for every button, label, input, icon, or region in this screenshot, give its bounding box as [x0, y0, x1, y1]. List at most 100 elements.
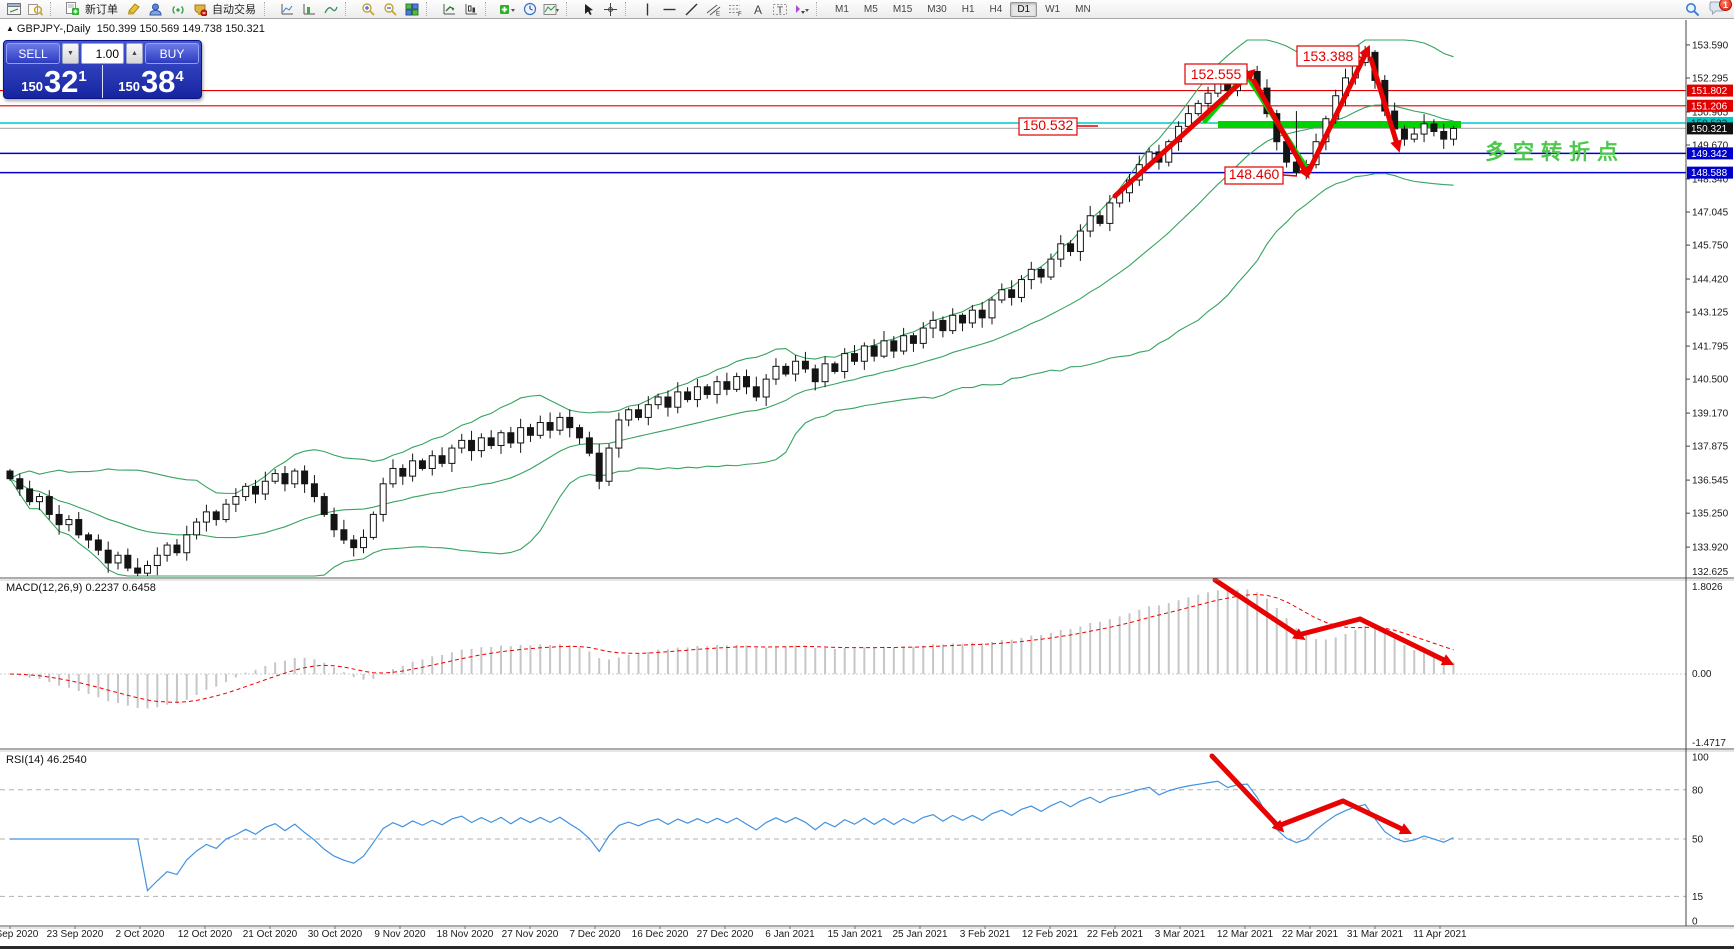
timeframe-bar: M1M5M15M30H1H4D1W1MN [828, 2, 1098, 17]
candle-body [498, 433, 504, 446]
timeframe-button-H4[interactable]: H4 [983, 2, 1010, 17]
trendline-icon[interactable] [681, 0, 702, 18]
macd-scale-label: 0.00 [1692, 669, 1712, 680]
cursor-icon[interactable] [578, 0, 599, 18]
sell-quote[interactable]: 150 32 1 [6, 65, 103, 98]
autotrade-icon[interactable] [189, 0, 210, 18]
buy-price-small: 150 [118, 79, 140, 94]
axis-tick-label: 153.590 [1692, 40, 1729, 51]
crosshair-icon[interactable] [600, 0, 621, 18]
axis-tick-label: 137.875 [1692, 442, 1729, 453]
add-indicator-icon[interactable] [497, 0, 518, 18]
candle-body [1107, 203, 1113, 223]
timeframe-button-M15[interactable]: M15 [886, 2, 919, 17]
candle-body [439, 456, 445, 464]
candle-body [920, 328, 926, 343]
sell-price-sup: 1 [78, 68, 86, 85]
date-label: 2 Oct 2020 [116, 929, 165, 940]
timeframe-button-M5[interactable]: M5 [857, 2, 885, 17]
periods-icon[interactable] [320, 0, 341, 18]
price-chart[interactable]: 152.555153.388150.532148.460153.590152.2… [0, 20, 1734, 949]
date-label: 23 Sep 2020 [47, 929, 104, 940]
candle-body [694, 387, 700, 400]
timeframe-button-M30[interactable]: M30 [920, 2, 953, 17]
price-badge-text: 150.321 [1691, 124, 1728, 135]
objects-icon[interactable] [298, 0, 319, 18]
candle-body [1441, 131, 1447, 139]
autotrade-button[interactable]: 自动交易 [211, 1, 260, 17]
candle-body [1195, 103, 1201, 113]
timeframe-button-M1[interactable]: M1 [828, 2, 856, 17]
chart-window[interactable]: 152.555153.388150.532148.460153.590152.2… [0, 20, 1734, 949]
fibonacci-icon[interactable]: F [725, 0, 746, 18]
text-icon[interactable]: A [747, 0, 768, 18]
search-icon[interactable] [1682, 0, 1703, 18]
volume-decrease-button[interactable]: ▼ [62, 43, 79, 64]
chart-window-icon[interactable] [3, 0, 24, 18]
candle-body [930, 320, 936, 328]
zoom-in-icon[interactable] [357, 0, 378, 18]
label-icon[interactable]: T [769, 0, 790, 18]
bar-chart-icon[interactable] [438, 0, 459, 18]
candle-body [135, 568, 141, 573]
signals-icon[interactable] [167, 0, 188, 18]
vertical-line-icon[interactable] [637, 0, 658, 18]
channel-icon[interactable]: E [703, 0, 724, 18]
indicators-icon[interactable] [276, 0, 297, 18]
timeframe-button-MN[interactable]: MN [1068, 2, 1098, 17]
candle-body [115, 555, 121, 563]
candle-body [626, 410, 632, 420]
new-order-button[interactable]: 新订单 [84, 1, 122, 17]
profile-icon[interactable] [145, 0, 166, 18]
new-order-icon[interactable] [62, 0, 83, 18]
candle-body [871, 346, 877, 356]
price-badge-text: 151.206 [1691, 101, 1728, 112]
tile-windows-icon[interactable] [401, 0, 422, 18]
date-label: 16 Dec 2020 [632, 929, 689, 940]
candle-body [537, 423, 543, 436]
date-label: 14 Sep 2020 [0, 929, 39, 940]
buy-quote[interactable]: 150 38 4 [103, 65, 199, 98]
styler-icon[interactable] [123, 0, 144, 18]
collapse-marker-icon[interactable]: ▲ [6, 24, 14, 33]
candle-body [370, 514, 376, 537]
candle-body [635, 410, 641, 418]
timeframe-button-D1[interactable]: D1 [1010, 2, 1037, 17]
axis-tick-label: 132.625 [1692, 567, 1729, 578]
candle-body [793, 361, 799, 374]
sell-button[interactable]: SELL [6, 43, 60, 64]
one-click-trade-panel: SELL ▼ ▲ BUY 150 32 1 150 38 4 [3, 40, 202, 99]
candle-body [822, 364, 828, 382]
timeframe-button-H1[interactable]: H1 [955, 2, 982, 17]
price-label-text: 148.460 [1229, 166, 1280, 182]
toolbar-separator [264, 2, 271, 16]
horizontal-line-icon[interactable] [659, 0, 680, 18]
templates-icon[interactable] [541, 0, 562, 18]
timeframe-button-W1[interactable]: W1 [1038, 2, 1067, 17]
macd-scale-label: -1.4717 [1692, 738, 1726, 749]
candle-body [203, 512, 209, 522]
notifications-icon[interactable]: 1 [1709, 1, 1727, 17]
candle-body [223, 504, 229, 519]
buy-button[interactable]: BUY [145, 43, 199, 64]
notification-badge[interactable]: 1 [1719, 0, 1732, 11]
candle-body [1087, 216, 1093, 231]
time-axis[interactable]: 14 Sep 202023 Sep 20202 Oct 202012 Oct 2… [0, 926, 1467, 940]
rsi-pane-label: RSI(14) 46.2540 [6, 754, 87, 766]
bollinger-bands [10, 40, 1454, 576]
zoom-out-icon[interactable] [379, 0, 400, 18]
label-tail [1283, 175, 1297, 176]
candle-body [7, 471, 13, 479]
candle-chart-icon[interactable] [460, 0, 481, 18]
macd-value: 0.2237 [85, 582, 119, 594]
arrows-icon[interactable] [791, 0, 812, 18]
candle-body [910, 336, 916, 344]
date-label: 9 Nov 2020 [374, 929, 426, 940]
candle-body [184, 535, 190, 553]
candle-body [763, 379, 769, 397]
clock-icon[interactable] [519, 0, 540, 18]
volume-input[interactable] [81, 43, 124, 64]
market-watch-icon[interactable] [25, 0, 46, 18]
volume-increase-button[interactable]: ▲ [126, 43, 143, 64]
candle-body [361, 537, 367, 547]
